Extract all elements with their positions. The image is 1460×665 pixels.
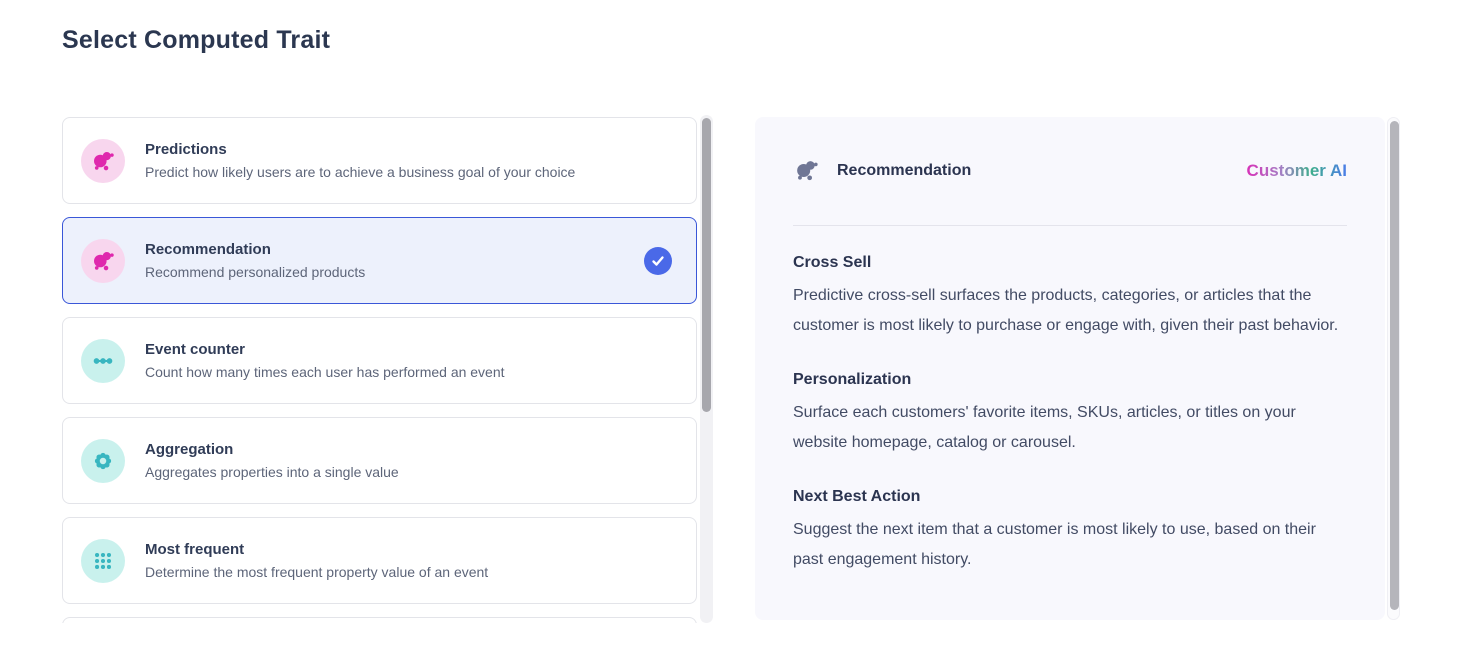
section-heading: Cross Sell	[793, 250, 1347, 276]
trait-card-recommendation[interactable]: Recommendation Recommend personalized pro…	[62, 217, 697, 304]
trait-card-text: Predictions Predict how likely users are …	[145, 141, 672, 180]
trait-card-event-counter[interactable]: Event counter Count how many times each u…	[62, 317, 697, 404]
section-body: Suggest the next item that a customer is…	[793, 515, 1347, 575]
trait-card-predictions[interactable]: Predictions Predict how likely users are …	[62, 117, 697, 204]
trait-card-title: Event counter	[145, 341, 672, 358]
trait-card-aggregation[interactable]: Aggregation Aggregates properties into a …	[62, 417, 697, 504]
trait-card-text: Recommendation Recommend personalized pro…	[145, 241, 644, 280]
dot-grid-icon	[81, 539, 125, 583]
section-heading: Next Best Action	[793, 484, 1347, 510]
beads-icon	[81, 339, 125, 383]
trait-card-title: Predictions	[145, 141, 672, 158]
select-computed-trait-screen: Select Computed Trait PredictionsPredict…	[0, 0, 1460, 665]
selected-check-icon	[644, 247, 672, 275]
trait-card-title: Most frequent	[145, 541, 672, 558]
trait-card-text: Most frequent Determine the most frequent…	[145, 541, 672, 580]
section-body: Predictive cross-sell surfaces the produ…	[793, 281, 1347, 341]
trait-card-text: Aggregation Aggregates properties into a …	[145, 441, 672, 480]
detail-sections: Cross Sell Predictive cross-sell surfaces…	[793, 250, 1347, 575]
trait-card-description: Recommend personalized products	[145, 264, 644, 280]
trait-card-most-frequent[interactable]: Most frequent Determine the most frequent…	[62, 517, 697, 604]
detail-section-personalization: Personalization Surface each customers' f…	[793, 367, 1347, 458]
page-title: Select Computed Trait	[62, 26, 330, 55]
trait-card-description: Predict how likely users are to achieve …	[145, 164, 672, 180]
cluster-icon	[81, 239, 125, 283]
trait-list-scrollbar[interactable]	[700, 115, 713, 623]
header-divider	[793, 225, 1347, 226]
cluster-icon	[793, 157, 820, 184]
trait-card-partial[interactable]	[62, 617, 697, 623]
detail-title: Recommendation	[837, 162, 971, 180]
trait-card-text: Event counter Count how many times each u…	[145, 341, 672, 380]
trait-card-title: Aggregation	[145, 441, 672, 458]
detail-section-next-best-action: Next Best Action Suggest the next item th…	[793, 484, 1347, 575]
trait-card-description: Count how many times each user has perfo…	[145, 364, 672, 380]
trait-card-title: Recommendation	[145, 241, 644, 258]
trait-list: Predictions Predict how likely users are …	[62, 115, 713, 623]
trait-card-description: Aggregates properties into a single valu…	[145, 464, 672, 480]
detail-section-cross-sell: Cross Sell Predictive cross-sell surfaces…	[793, 250, 1347, 341]
ring-icon	[81, 439, 125, 483]
cluster-icon	[81, 139, 125, 183]
trait-list-items: Predictions Predict how likely users are …	[62, 117, 697, 623]
customer-ai-badge: Customer AI	[1247, 161, 1347, 181]
detail-panel-scrollbar-thumb[interactable]	[1390, 121, 1399, 610]
section-heading: Personalization	[793, 367, 1347, 393]
section-body: Surface each customers' favorite items, …	[793, 398, 1347, 458]
trait-detail-panel: Recommendation Customer AI Cross Sell Pre…	[755, 117, 1385, 620]
detail-header: Recommendation Customer AI	[793, 157, 1347, 184]
detail-panel-scrollbar[interactable]	[1387, 117, 1400, 620]
trait-list-scrollbar-thumb[interactable]	[702, 118, 711, 412]
trait-card-description: Determine the most frequent property val…	[145, 564, 672, 580]
